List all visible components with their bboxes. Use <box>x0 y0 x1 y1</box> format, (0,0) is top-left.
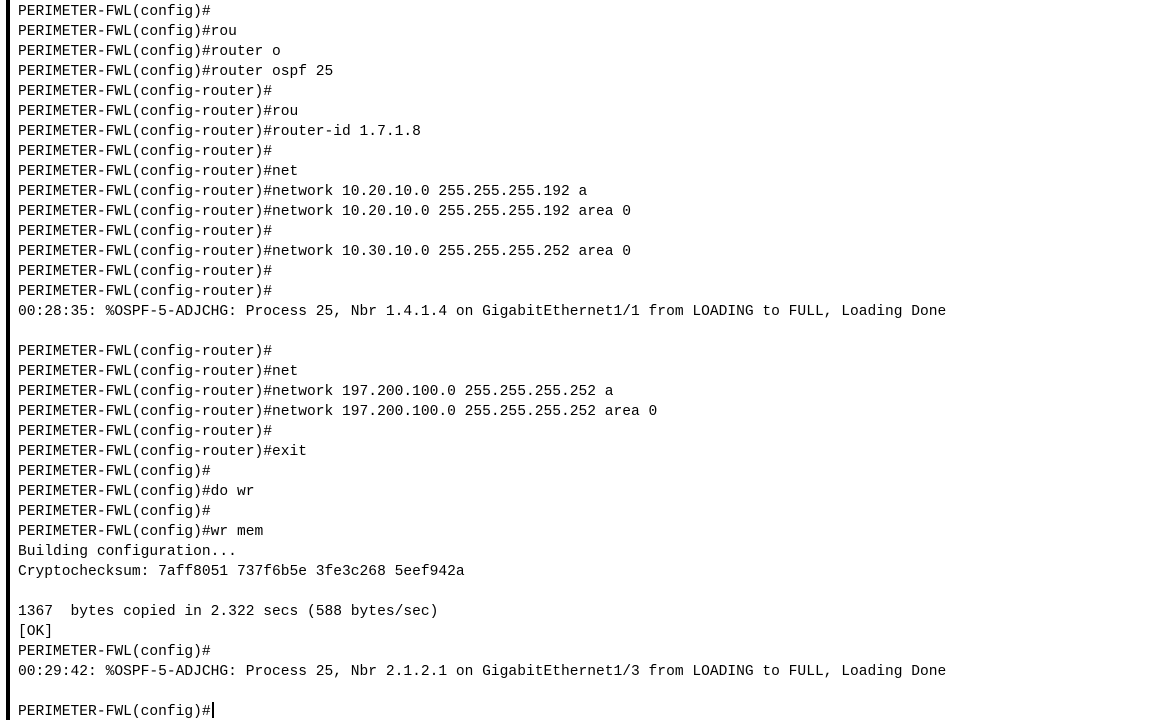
terminal-line: PERIMETER-FWL(config-router)#net <box>18 362 1166 382</box>
terminal-line-text: PERIMETER-FWL(config)#router o <box>18 44 281 60</box>
terminal-line-text: PERIMETER-FWL(config)#rou <box>18 24 237 40</box>
terminal-line: PERIMETER-FWL(config-router)# <box>18 82 1166 102</box>
terminal-line-text: PERIMETER-FWL(config-router)# <box>18 284 272 300</box>
terminal-line: 00:28:35: %OSPF-5-ADJCHG: Process 25, Nb… <box>18 302 1166 322</box>
terminal-line-text: PERIMETER-FWL(config)# <box>18 504 211 520</box>
terminal-line: PERIMETER-FWL(config-router)# <box>18 422 1166 442</box>
terminal-line: PERIMETER-FWL(config)#wr mem <box>18 522 1166 542</box>
terminal-line-text: PERIMETER-FWL(config-router)# <box>18 224 272 240</box>
terminal-output[interactable]: [OK] PERIMETER-FWL(config)# PERIMETER-FWL(… <box>18 0 1166 720</box>
terminal-line: PERIMETER-FWL(config-router)#rou <box>18 102 1166 122</box>
terminal-line: PERIMETER-FWL(config)# <box>18 2 1166 22</box>
terminal-line-text: PERIMETER-FWL(config-router)#network 10.… <box>18 184 588 200</box>
terminal-line-text: Cryptochecksum: 7aff8051 737f6b5e 3fe3c2… <box>18 564 465 580</box>
terminal-line: PERIMETER-FWL(config)# <box>18 502 1166 522</box>
terminal-line: PERIMETER-FWL(config-router)#network 10.… <box>18 242 1166 262</box>
terminal-line: PERIMETER-FWL(config)#do wr <box>18 482 1166 502</box>
terminal-line-text: PERIMETER-FWL(config-router)# <box>18 344 272 360</box>
terminal-line: 00:29:42: %OSPF-5-ADJCHG: Process 25, Nb… <box>18 662 1166 682</box>
terminal-line-text: PERIMETER-FWL(config-router)#network 10.… <box>18 204 632 220</box>
terminal-line: PERIMETER-FWL(config-router)#network 10.… <box>18 202 1166 222</box>
terminal-line: PERIMETER-FWL(config-router)#network 10.… <box>18 182 1166 202</box>
terminal-line-text: PERIMETER-FWL(config)#router ospf 25 <box>18 64 334 80</box>
window-left-border <box>6 0 10 720</box>
terminal-line-text: [OK] <box>18 624 54 640</box>
terminal-prompt-line[interactable]: PERIMETER-FWL(config)# <box>18 702 1166 720</box>
terminal-line-text: PERIMETER-FWL(config)# <box>18 704 211 720</box>
text-cursor <box>211 702 214 718</box>
terminal-line: PERIMETER-FWL(config-router)#net <box>18 162 1166 182</box>
terminal-line: PERIMETER-FWL(config)# <box>18 462 1166 482</box>
terminal-line-text: PERIMETER-FWL(config-router)# <box>18 84 272 100</box>
terminal-window[interactable]: [OK] PERIMETER-FWL(config)# PERIMETER-FWL(… <box>0 0 1166 720</box>
terminal-line: Building configuration... <box>18 542 1166 562</box>
terminal-line: PERIMETER-FWL(config-router)# <box>18 262 1166 282</box>
terminal-line: PERIMETER-FWL(config-router)#router-id 1… <box>18 122 1166 142</box>
terminal-line-text: PERIMETER-FWL(config-router)# <box>18 264 272 280</box>
terminal-line-text: PERIMETER-FWL(config)#wr mem <box>18 524 264 540</box>
terminal-line-text: 00:29:42: %OSPF-5-ADJCHG: Process 25, Nb… <box>18 664 947 680</box>
terminal-line-text: PERIMETER-FWL(config-router)# <box>18 144 272 160</box>
terminal-line-text: 00:28:35: %OSPF-5-ADJCHG: Process 25, Nb… <box>18 304 947 320</box>
terminal-line-text: PERIMETER-FWL(config-router)#router-id 1… <box>18 124 421 140</box>
terminal-line-text: PERIMETER-FWL(config)# <box>18 4 211 20</box>
terminal-line-text: PERIMETER-FWL(config-router)#network 197… <box>18 384 614 400</box>
terminal-line: PERIMETER-FWL(config-router)# <box>18 342 1166 362</box>
terminal-line: PERIMETER-FWL(config)# <box>18 642 1166 662</box>
terminal-line: 1367 bytes copied in 2.322 secs (588 byt… <box>18 602 1166 622</box>
terminal-line-text: PERIMETER-FWL(config-router)#rou <box>18 104 299 120</box>
terminal-line: PERIMETER-FWL(config-router)# <box>18 282 1166 302</box>
terminal-line: [OK] <box>18 622 1166 642</box>
terminal-line-text: PERIMETER-FWL(config)#do wr <box>18 484 255 500</box>
terminal-line-text: PERIMETER-FWL(config-router)#net <box>18 164 299 180</box>
terminal-line-text: PERIMETER-FWL(config-router)# <box>18 424 272 440</box>
terminal-line: PERIMETER-FWL(config-router)# <box>18 142 1166 162</box>
terminal-line-text: PERIMETER-FWL(config-router)#network 10.… <box>18 244 632 260</box>
terminal-line: PERIMETER-FWL(config-router)# <box>18 222 1166 242</box>
terminal-line: PERIMETER-FWL(config-router)#exit <box>18 442 1166 462</box>
terminal-line: PERIMETER-FWL(config-router)#network 197… <box>18 382 1166 402</box>
terminal-line-text: PERIMETER-FWL(config)# <box>18 464 211 480</box>
terminal-line-text: PERIMETER-FWL(config-router)#network 197… <box>18 404 658 420</box>
terminal-line-text: PERIMETER-FWL(config)# <box>18 644 211 660</box>
terminal-line: PERIMETER-FWL(config)#router o <box>18 42 1166 62</box>
terminal-line-text: Building configuration... <box>18 544 237 560</box>
terminal-line: PERIMETER-FWL(config-router)#network 197… <box>18 402 1166 422</box>
terminal-line-text: PERIMETER-FWL(config-router)#net <box>18 364 299 380</box>
terminal-line-text: 1367 bytes copied in 2.322 secs (588 byt… <box>18 604 439 620</box>
terminal-line: Cryptochecksum: 7aff8051 737f6b5e 3fe3c2… <box>18 562 1166 582</box>
terminal-line-text: PERIMETER-FWL(config-router)#exit <box>18 444 308 460</box>
terminal-line: PERIMETER-FWL(config)#router ospf 25 <box>18 62 1166 82</box>
terminal-line: PERIMETER-FWL(config)#rou <box>18 22 1166 42</box>
